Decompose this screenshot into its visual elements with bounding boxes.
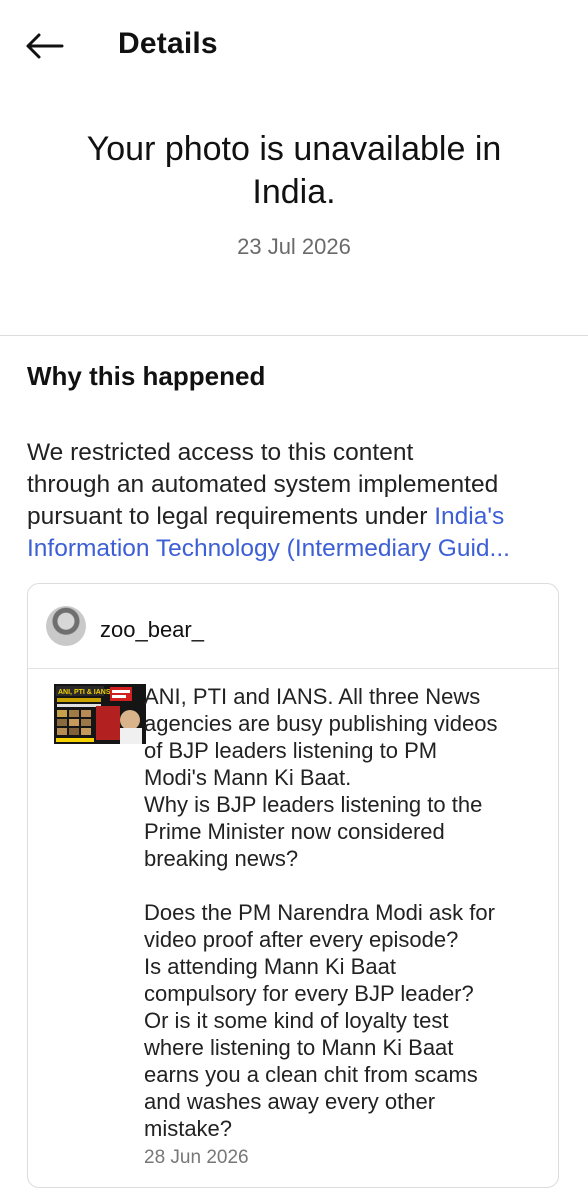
post-date: 28 Jun 2026 xyxy=(144,1147,249,1168)
thumbnail-image: ANI, PTI & IANS xyxy=(54,684,146,744)
notice-title-line: India. xyxy=(252,173,336,211)
unavailable-notice: Your photo is unavailable in India. 23 J… xyxy=(30,128,558,260)
caption-line: and washes away every other xyxy=(144,1089,436,1114)
why-line-text: pursuant to legal requirements under xyxy=(27,503,435,530)
caption-line: breaking news? xyxy=(144,846,299,871)
caption-line: Prime Minister now considered xyxy=(144,819,445,844)
arrow-left-icon xyxy=(26,33,64,59)
section-divider xyxy=(0,335,588,336)
notice-date: 23 Jul 2026 xyxy=(237,234,351,259)
caption-line: earns you a clean chit from scams xyxy=(144,1062,478,1087)
why-heading: Why this happened xyxy=(27,361,266,391)
why-explanation: We restricted access to this content thr… xyxy=(27,437,572,565)
avatar[interactable] xyxy=(46,606,86,646)
why-line: pursuant to legal requirements under Ind… xyxy=(27,501,572,533)
caption-line: compulsory for every BJP leader? xyxy=(144,981,474,1006)
caption-line: where listening to Mann Ki Baat xyxy=(144,1035,454,1060)
post-thumbnail[interactable]: ANI, PTI & IANS xyxy=(54,684,146,744)
why-line: through an automated system implemented xyxy=(27,471,499,498)
caption-line: Does the PM Narendra Modi ask for xyxy=(144,900,495,925)
legal-link[interactable]: India's xyxy=(434,503,504,530)
why-line: We restricted access to this content xyxy=(27,439,414,466)
caption-line: agencies are busy publishing videos xyxy=(144,711,498,736)
page-title: Details xyxy=(118,27,218,60)
back-button[interactable] xyxy=(20,26,68,66)
thumbnail-text: ANI, PTI & IANS xyxy=(58,689,111,696)
why-line: Information Technology (Intermediary Gui… xyxy=(27,533,572,565)
app-header: Details xyxy=(0,0,588,92)
caption-line: video proof after every episode? xyxy=(144,927,459,952)
caption-line: Is attending Mann Ki Baat xyxy=(144,954,396,979)
caption-line: of BJP leaders listening to PM xyxy=(144,738,438,763)
caption-line: Why is BJP leaders listening to the xyxy=(144,792,483,817)
notice-title: Your photo is unavailable in India. xyxy=(30,128,558,214)
caption-line: ANI, PTI and IANS. All three News xyxy=(144,684,481,709)
caption-line: mistake? xyxy=(144,1116,233,1141)
notice-title-line: Your photo is unavailable in xyxy=(86,130,502,168)
post-header: zoo_bear_ xyxy=(28,584,558,669)
caption-line: Or is it some kind of loyalty test xyxy=(144,1008,449,1033)
post-card[interactable]: zoo_bear_ ANI, PTI & IANS ANI, PTI and I… xyxy=(27,583,559,1188)
post-caption: ANI, PTI and IANS. All three News agenci… xyxy=(144,683,554,1142)
caption-line: Modi's Mann Ki Baat. xyxy=(144,765,352,790)
post-username[interactable]: zoo_bear_ xyxy=(100,617,204,643)
caption-line xyxy=(144,872,554,899)
legal-link-continued[interactable]: Information Technology (Intermediary Gui… xyxy=(27,535,510,562)
